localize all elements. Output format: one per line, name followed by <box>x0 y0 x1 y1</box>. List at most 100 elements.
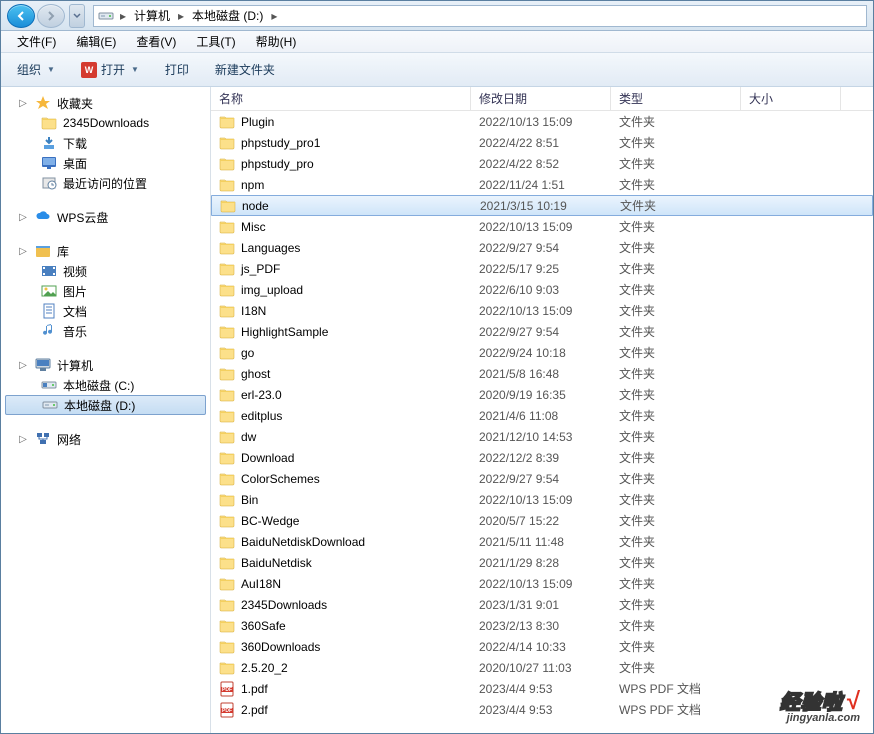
file-row[interactable]: 1.pdf2023/4/4 9:53WPS PDF 文档 <box>211 678 873 699</box>
sidebar-favorites[interactable]: ▷ 收藏夹 <box>1 93 210 113</box>
sidebar-item[interactable]: 本地磁盘 (D:) <box>5 395 206 415</box>
file-row[interactable]: AuI18N2022/10/13 15:09文件夹 <box>211 573 873 594</box>
file-row[interactable]: ghost2021/5/8 16:48文件夹 <box>211 363 873 384</box>
column-headers: 名称 修改日期 类型 大小 <box>211 87 873 111</box>
folder-icon <box>219 261 235 277</box>
menu-edit[interactable]: 编辑(E) <box>68 31 124 52</box>
sidebar-libraries[interactable]: ▷ 库 <box>1 241 210 261</box>
file-row[interactable]: Download2022/12/2 8:39文件夹 <box>211 447 873 468</box>
file-row[interactable]: Languages2022/9/27 9:54文件夹 <box>211 237 873 258</box>
breadcrumb-sep[interactable]: ▸ <box>118 9 128 23</box>
organize-button[interactable]: 组织 ▼ <box>11 57 61 82</box>
back-button[interactable] <box>7 4 35 28</box>
menu-view[interactable]: 查看(V) <box>128 31 184 52</box>
file-row[interactable]: ColorSchemes2022/9/27 9:54文件夹 <box>211 468 873 489</box>
column-date[interactable]: 修改日期 <box>471 87 611 110</box>
file-row[interactable]: 360Safe2023/2/13 8:30文件夹 <box>211 615 873 636</box>
file-name-cell: ghost <box>211 366 471 382</box>
file-row[interactable]: BC-Wedge2020/5/7 15:22文件夹 <box>211 510 873 531</box>
file-type: 文件夹 <box>611 596 741 613</box>
cloud-icon <box>35 209 51 225</box>
sidebar-network[interactable]: ▷ 网络 <box>1 429 210 449</box>
sidebar-item[interactable]: 音乐 <box>1 321 210 341</box>
print-button[interactable]: 打印 <box>159 57 195 82</box>
file-row[interactable]: HighlightSample2022/9/27 9:54文件夹 <box>211 321 873 342</box>
file-type: 文件夹 <box>611 554 741 571</box>
folder-icon <box>219 513 235 529</box>
wps-icon: W <box>81 62 97 78</box>
folder-icon <box>219 114 235 130</box>
file-list[interactable]: Plugin2022/10/13 15:09文件夹phpstudy_pro120… <box>211 111 873 733</box>
file-date: 2020/5/7 15:22 <box>471 514 611 528</box>
file-row[interactable]: erl-23.02020/9/19 16:35文件夹 <box>211 384 873 405</box>
file-row[interactable]: phpstudy_pro2022/4/22 8:52文件夹 <box>211 153 873 174</box>
sidebar-item[interactable]: 2345Downloads <box>1 113 210 133</box>
file-row[interactable]: 2345Downloads2023/1/31 9:01文件夹 <box>211 594 873 615</box>
file-type: 文件夹 <box>611 155 741 172</box>
file-row[interactable]: 2.pdf2023/4/4 9:53WPS PDF 文档 <box>211 699 873 720</box>
folder-icon <box>219 660 235 676</box>
folder-icon <box>219 177 235 193</box>
file-row[interactable]: editplus2021/4/6 11:08文件夹 <box>211 405 873 426</box>
expand-icon[interactable]: ▷ <box>17 434 29 445</box>
sidebar-item[interactable]: 文档 <box>1 301 210 321</box>
breadcrumb-sep[interactable]: ▸ <box>176 9 186 23</box>
nav-history-dropdown[interactable] <box>69 4 85 28</box>
sidebar-item[interactable]: 下载 <box>1 133 210 153</box>
file-row[interactable]: phpstudy_pro12022/4/22 8:51文件夹 <box>211 132 873 153</box>
expand-icon[interactable]: ▷ <box>17 98 29 109</box>
file-name-cell: BaiduNetdiskDownload <box>211 534 471 550</box>
menu-file[interactable]: 文件(F) <box>9 31 64 52</box>
folder-icon <box>219 135 235 151</box>
sidebar-computer[interactable]: ▷ 计算机 <box>1 355 210 375</box>
menu-tools[interactable]: 工具(T) <box>188 31 243 52</box>
file-row[interactable]: js_PDF2022/5/17 9:25文件夹 <box>211 258 873 279</box>
address-bar[interactable]: ▸ 计算机 ▸ 本地磁盘 (D:) ▸ <box>93 5 867 27</box>
sidebar-wps-cloud[interactable]: ▷ WPS云盘 <box>1 207 210 227</box>
file-row[interactable]: node2021/3/15 10:19文件夹 <box>211 195 873 216</box>
open-button[interactable]: W 打开 ▼ <box>75 57 145 82</box>
file-row[interactable]: I18N2022/10/13 15:09文件夹 <box>211 300 873 321</box>
sidebar-item[interactable]: 本地磁盘 (C:) <box>1 375 210 395</box>
file-type: 文件夹 <box>611 365 741 382</box>
file-row[interactable]: img_upload2022/6/10 9:03文件夹 <box>211 279 873 300</box>
folder-icon <box>220 198 236 214</box>
file-row[interactable]: BaiduNetdisk2021/1/29 8:28文件夹 <box>211 552 873 573</box>
file-date: 2023/1/31 9:01 <box>471 598 611 612</box>
breadcrumb-drive[interactable]: 本地磁盘 (D:) <box>188 5 267 26</box>
file-name-cell: Plugin <box>211 114 471 130</box>
expand-icon[interactable]: ▷ <box>17 360 29 371</box>
sidebar-item-label: 最近访问的位置 <box>63 175 147 192</box>
file-row[interactable]: Plugin2022/10/13 15:09文件夹 <box>211 111 873 132</box>
file-row[interactable]: Misc2022/10/13 15:09文件夹 <box>211 216 873 237</box>
sidebar-item-label: 文档 <box>63 303 87 320</box>
column-name[interactable]: 名称 <box>211 87 471 110</box>
file-name-cell: BaiduNetdisk <box>211 555 471 571</box>
sidebar-item[interactable]: 桌面 <box>1 153 210 173</box>
file-row[interactable]: Bin2022/10/13 15:09文件夹 <box>211 489 873 510</box>
network-icon <box>35 431 51 447</box>
sidebar-item[interactable]: 图片 <box>1 281 210 301</box>
column-size[interactable]: 大小 <box>741 87 841 110</box>
column-type[interactable]: 类型 <box>611 87 741 110</box>
file-date: 2022/9/27 9:54 <box>471 325 611 339</box>
file-row[interactable]: BaiduNetdiskDownload2021/5/11 11:48文件夹 <box>211 531 873 552</box>
expand-icon[interactable]: ▷ <box>17 212 29 223</box>
forward-button[interactable] <box>37 4 65 28</box>
file-type: 文件夹 <box>611 386 741 403</box>
sidebar-item[interactable]: 视频 <box>1 261 210 281</box>
new-folder-button[interactable]: 新建文件夹 <box>209 57 281 82</box>
file-row[interactable]: 360Downloads2022/4/14 10:33文件夹 <box>211 636 873 657</box>
breadcrumb-computer[interactable]: 计算机 <box>130 5 174 26</box>
sidebar-item[interactable]: 最近访问的位置 <box>1 173 210 193</box>
expand-icon[interactable]: ▷ <box>17 246 29 257</box>
file-row[interactable]: go2022/9/24 10:18文件夹 <box>211 342 873 363</box>
menu-help[interactable]: 帮助(H) <box>248 31 305 52</box>
file-row[interactable]: 2.5.20_22020/10/27 11:03文件夹 <box>211 657 873 678</box>
breadcrumb-sep[interactable]: ▸ <box>269 9 279 23</box>
file-row[interactable]: dw2021/12/10 14:53文件夹 <box>211 426 873 447</box>
file-name-cell: BC-Wedge <box>211 513 471 529</box>
file-row[interactable]: npm2022/11/24 1:51文件夹 <box>211 174 873 195</box>
sidebar-item-label: 本地磁盘 (C:) <box>63 377 134 394</box>
file-name: AuI18N <box>241 577 281 591</box>
